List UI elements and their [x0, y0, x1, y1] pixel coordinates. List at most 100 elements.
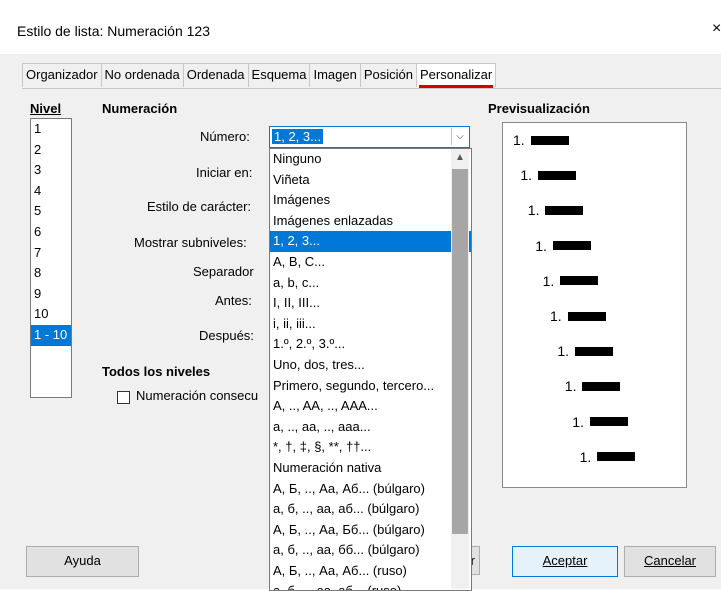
level-item[interactable]: 2 [31, 140, 71, 161]
preview-text-bar [538, 170, 577, 180]
antes-label: Antes: [215, 293, 252, 308]
all-levels-heading: Todos los niveles [102, 364, 211, 379]
preview-number: 1. [550, 308, 562, 324]
preview-row: 1. [535, 238, 591, 254]
level-item[interactable]: 4 [31, 181, 71, 202]
list-item[interactable]: a, .., aa, .., aaa... [270, 417, 471, 438]
preview-heading: Previsualización [488, 101, 590, 116]
list-item[interactable]: А, Б, .., Аа, Аб... (ruso) [270, 561, 471, 582]
list-item[interactable]: i, ii, iii... [270, 314, 471, 335]
numero-dropdown-list[interactable]: Ninguno Viñeta Imágenes Imágenes enlazad… [269, 148, 472, 591]
dropdown-scrollbar[interactable]: ▲ [451, 149, 469, 589]
list-item[interactable]: 1.º, 2.º, 3.º... [270, 334, 471, 355]
list-item-selected[interactable]: 1, 2, 3... [270, 231, 471, 252]
list-item[interactable]: a, b, c... [270, 273, 471, 294]
preview-text-bar [589, 417, 628, 427]
preview-row: 1. [580, 449, 636, 465]
level-heading: Nivel [30, 101, 62, 116]
level-item[interactable]: 7 [31, 243, 71, 264]
level-item[interactable]: 8 [31, 263, 71, 284]
cancel-button-label: Cancelar [643, 553, 697, 568]
chevron-down-icon[interactable]: ⌵ [451, 128, 468, 145]
tab-personalizar[interactable]: Personalizar [415, 63, 497, 88]
despues-label: Después: [199, 328, 254, 343]
tab-organizador[interactable]: Organizador [22, 63, 102, 87]
preview-text-bar [567, 311, 606, 321]
list-item[interactable]: Imágenes [270, 190, 471, 211]
preview-number: 1. [557, 343, 570, 360]
level-item[interactable]: 5 [31, 201, 71, 222]
scrollbar-thumb[interactable] [452, 169, 468, 534]
preview-text-bar [545, 205, 584, 215]
list-item[interactable]: Viñeta [270, 170, 471, 191]
numero-label: Número: [200, 129, 250, 144]
chevron-up-icon[interactable]: ▲ [451, 149, 469, 167]
numero-combobox[interactable]: 1, 2, 3... ⌵ [269, 126, 470, 148]
preview-row: 1. [520, 167, 577, 184]
level-item[interactable]: 3 [31, 160, 71, 181]
tab-bar: Organizador No ordenada Ordenada Esquema… [22, 63, 497, 88]
level-item[interactable]: 6 [31, 222, 71, 243]
preview-number: 1. [527, 202, 540, 219]
level-item[interactable]: 9 [31, 284, 71, 305]
preview-number: 1. [535, 237, 547, 254]
title-bar: Estilo de lista: Numeración 123 × [0, 0, 721, 54]
list-item[interactable]: Imágenes enlazadas [270, 211, 471, 232]
list-item[interactable]: A, B, C... [270, 252, 471, 273]
separador-label: Separador [193, 264, 254, 279]
preview-text-bar [560, 276, 599, 286]
preview-row: 1. [557, 343, 614, 360]
list-item[interactable]: A, .., AA, .., AAA... [270, 396, 471, 417]
list-item[interactable]: а, б, .., аа, аб... (ruso) [270, 581, 471, 590]
consecutive-label: Numeración consecu [136, 388, 259, 403]
subniveles-label: Mostrar subniveles: [134, 235, 247, 250]
tab-posicion[interactable]: Posición [359, 63, 417, 87]
cancel-button[interactable]: Cancelar [624, 546, 716, 577]
tab-esquema[interactable]: Esquema [247, 63, 311, 87]
tab-ordenada[interactable]: Ordenada [182, 63, 249, 87]
list-item[interactable]: I, II, III... [270, 293, 471, 314]
list-item[interactable]: Ninguno [270, 149, 471, 170]
preview-row: 1. [550, 308, 606, 324]
preview-text-bar [530, 135, 569, 145]
level-list[interactable]: 1 2 3 4 5 6 7 8 9 10 1 - 10 [30, 118, 72, 398]
estilo-caracter-label: Estilo de carácter: [147, 199, 252, 214]
preview-row: 1. [565, 378, 621, 394]
help-button-label: Ayuda [64, 553, 101, 568]
ok-button-label: Aceptar [542, 553, 588, 568]
preview-number: 1. [572, 413, 584, 430]
tab-no-ordenada[interactable]: No ordenada [100, 63, 184, 87]
list-item[interactable]: *, †, ‡, §, **, ††... [270, 437, 471, 458]
preview-row: 1. [572, 414, 628, 430]
preview-row: 1. [528, 202, 584, 218]
preview-text-bar [582, 381, 621, 391]
list-item[interactable]: А, Б, .., Аа, Бб... (búlgaro) [270, 520, 471, 541]
level-item[interactable]: 1 [31, 119, 71, 140]
preview-number: 1. [513, 132, 525, 148]
list-item[interactable]: а, б, .., аа, бб... (búlgaro) [270, 540, 471, 561]
list-item[interactable]: Numeración nativa [270, 458, 471, 479]
preview-text-bar [597, 452, 636, 462]
preview-text-bar [575, 346, 614, 356]
preview-number: 1. [520, 167, 533, 184]
ok-button[interactable]: Aceptar [512, 546, 618, 577]
preview-number: 1. [542, 272, 555, 289]
help-button[interactable]: Ayuda [26, 546, 139, 577]
list-item[interactable]: а, б, .., аа, аб... (búlgaro) [270, 499, 471, 520]
level-item-selected[interactable]: 1 - 10 [31, 324, 71, 346]
preview-number: 1. [579, 448, 592, 465]
list-item[interactable]: Uno, dos, tres... [270, 355, 471, 376]
list-item[interactable]: Primero, segundo, tercero... [270, 376, 471, 397]
tab-imagen[interactable]: Imagen [309, 63, 361, 87]
close-icon[interactable]: × [712, 20, 721, 38]
preview-box: 1. 1. 1. 1. 1. 1. 1. 1. 1. 1. [502, 122, 687, 488]
preview-row: 1. [543, 273, 599, 289]
iniciar-label: Iniciar en: [196, 165, 253, 180]
numero-value: 1, 2, 3... [272, 129, 323, 144]
consecutive-checkbox[interactable] [117, 391, 130, 404]
list-item[interactable]: А, Б, .., Аа, Аб... (búlgaro) [270, 479, 471, 500]
preview-text-bar [552, 241, 591, 251]
preview-number: 1. [564, 378, 577, 395]
level-item[interactable]: 10 [31, 304, 71, 325]
numbering-heading: Numeración [102, 101, 178, 116]
